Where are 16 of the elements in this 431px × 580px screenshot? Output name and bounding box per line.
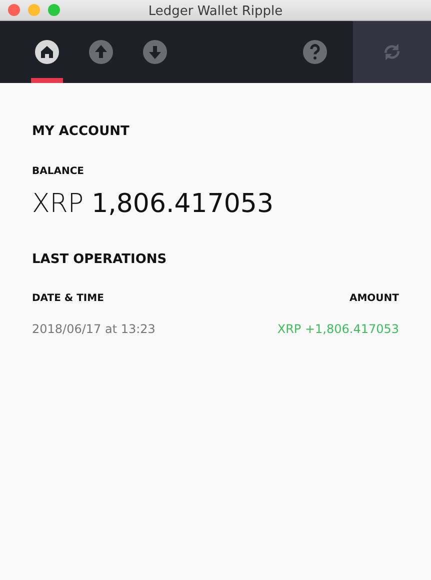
help-icon — [303, 40, 327, 64]
balance-label: BALANCE — [32, 164, 86, 178]
maximize-icon[interactable] — [48, 4, 60, 16]
section-title: MY ACCOUNT — [32, 123, 130, 141]
amount-cell-text: XRP +1,806.417053 — [277, 321, 399, 338]
balance-amount: 1,806.417053 — [92, 188, 274, 220]
section-title: LAST OPERATIONS — [32, 250, 168, 268]
currency-label: XRP — [32, 188, 84, 220]
home-icon — [35, 40, 59, 64]
upload-icon — [89, 40, 113, 64]
download-icon — [143, 40, 167, 64]
window-title: Ledger Wallet Ripple — [148, 4, 283, 19]
column-header: AMOUNT — [349, 292, 399, 306]
date-cell-text: 2018/06/17 at 13:23 — [32, 321, 156, 338]
close-icon[interactable] — [8, 4, 20, 16]
column-header: DATE & TIME — [32, 292, 104, 306]
